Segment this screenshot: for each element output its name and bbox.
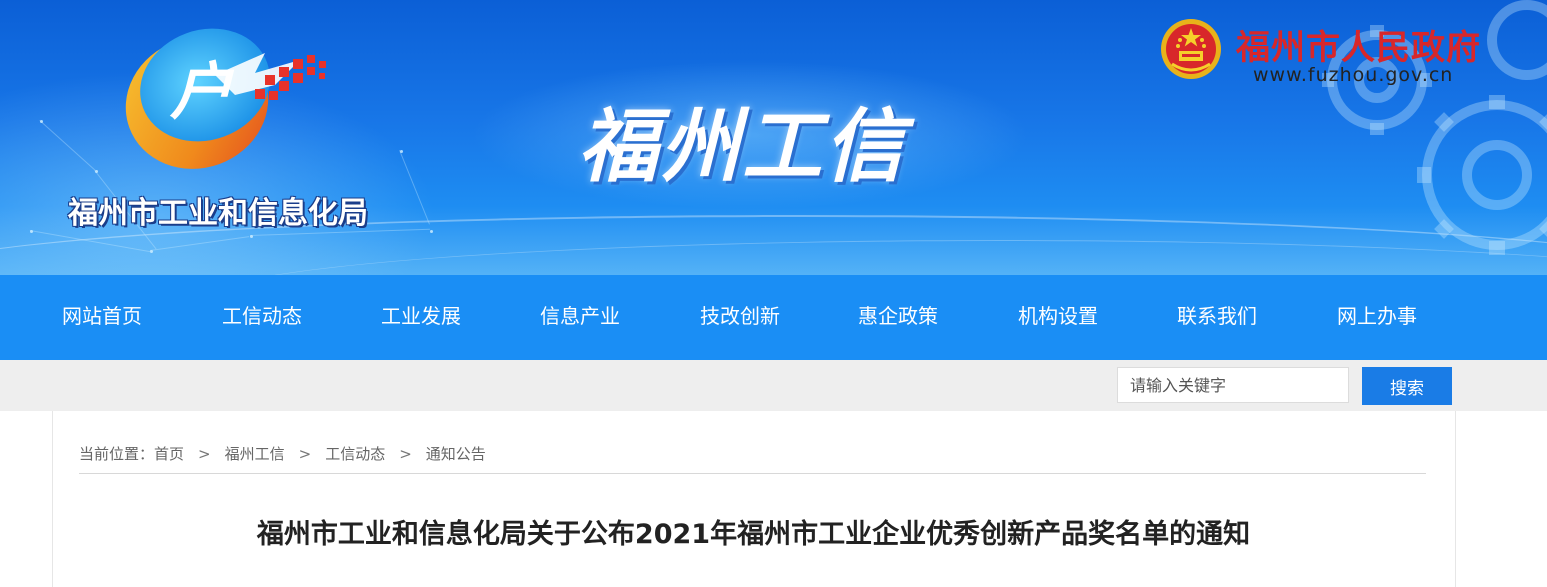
breadcrumb-separator: > bbox=[399, 445, 412, 463]
breadcrumb-separator: > bbox=[298, 445, 312, 463]
breadcrumb-item-notices[interactable]: 通知公告 bbox=[426, 443, 486, 464]
svg-text:户: 户 bbox=[169, 55, 235, 128]
nav-item-info-industry[interactable]: 信息产业 bbox=[540, 275, 620, 360]
bureau-name: 福州市工业和信息化局 bbox=[68, 196, 368, 231]
nav-item-contact[interactable]: 联系我们 bbox=[1177, 275, 1257, 360]
header-banner: 户 福州市工业和信息化局 福州工信 福州市人民政府 www.fuzhou.gov… bbox=[0, 0, 1547, 275]
nav-item-organization[interactable]: 机构设置 bbox=[1018, 275, 1098, 360]
main-nav: 网站首页 工信动态 工业发展 信息产业 技改创新 惠企政策 机构设置 联系我们 … bbox=[0, 275, 1547, 360]
search-button[interactable]: 搜索 bbox=[1362, 367, 1452, 405]
breadcrumb-item-home[interactable]: 首页 bbox=[154, 443, 184, 464]
network-dot bbox=[430, 230, 433, 233]
search-input[interactable] bbox=[1117, 367, 1349, 403]
nav-item-innovation[interactable]: 技改创新 bbox=[700, 275, 780, 360]
nav-item-policy[interactable]: 惠企政策 bbox=[858, 275, 938, 360]
nav-item-news[interactable]: 工信动态 bbox=[222, 275, 302, 360]
breadcrumb-item-news[interactable]: 工信动态 bbox=[325, 443, 385, 464]
site-title: 福州工信 bbox=[578, 100, 906, 193]
breadcrumb-prefix: 当前位置： bbox=[79, 445, 155, 463]
national-emblem-icon[interactable] bbox=[1160, 18, 1222, 80]
bureau-logo-icon: 户 bbox=[125, 28, 326, 169]
nav-item-home[interactable]: 网站首页 bbox=[62, 275, 142, 360]
divider bbox=[79, 473, 1426, 474]
gov-site-link[interactable]: 福州市人民政府 bbox=[1236, 20, 1481, 69]
content-panel bbox=[52, 411, 1456, 587]
breadcrumb-separator: > bbox=[198, 445, 211, 463]
nav-item-online-service[interactable]: 网上办事 bbox=[1337, 275, 1417, 360]
gov-site-url[interactable]: www.fuzhou.gov.cn bbox=[1253, 64, 1453, 86]
breadcrumb: 当前位置：首页 > 福州工信 > 工信动态 > 通知公告 bbox=[79, 443, 486, 464]
nav-item-industry[interactable]: 工业发展 bbox=[381, 275, 461, 360]
article-title: 福州市工业和信息化局关于公布2021年福州市工业企业优秀创新产品奖名单的通知 bbox=[256, 519, 1251, 550]
breadcrumb-item-fuzhou-gongxin[interactable]: 福州工信 bbox=[225, 443, 285, 464]
